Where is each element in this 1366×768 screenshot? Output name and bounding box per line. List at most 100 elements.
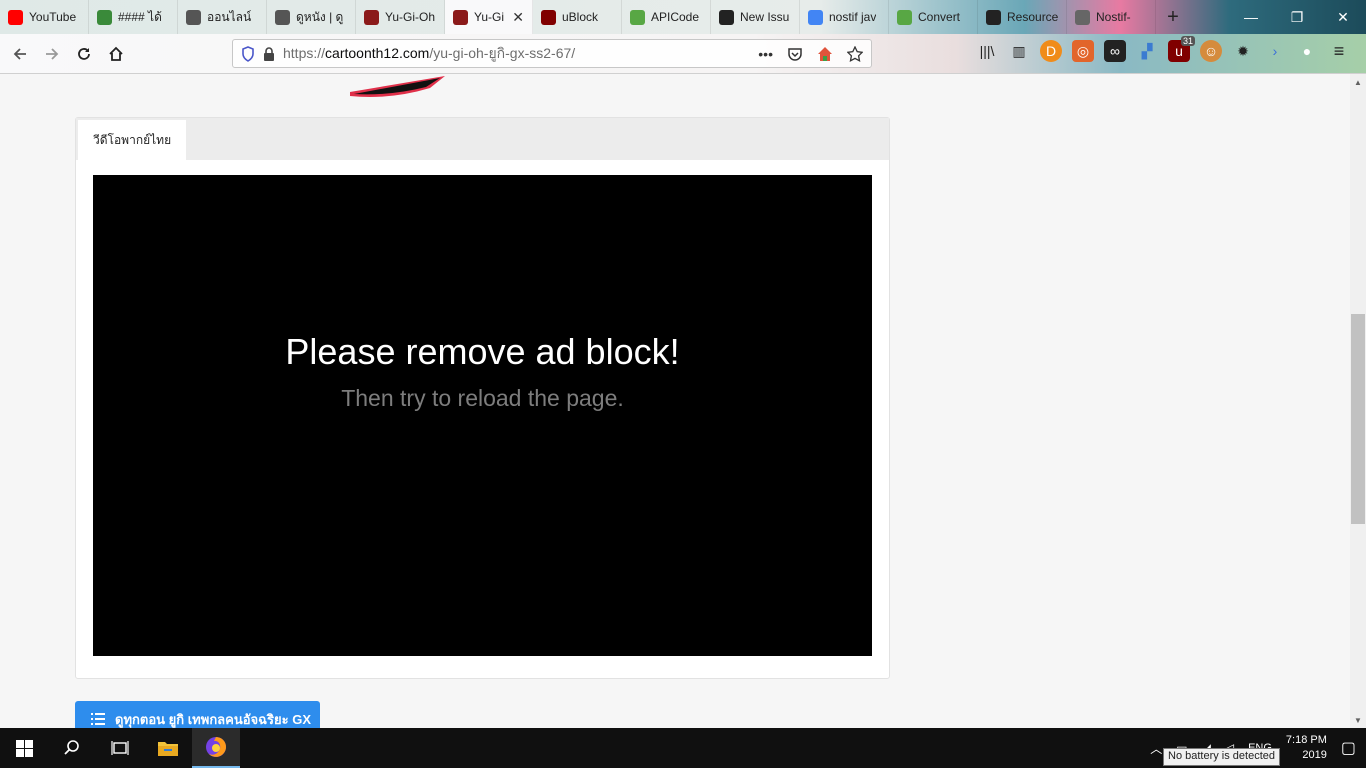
- window-controls: — ❐ ✕: [1228, 0, 1366, 34]
- lock-icon: [264, 46, 274, 61]
- address-bar[interactable]: https://cartoonth12.com/yu-gi-oh-ยูกิ-gx…: [232, 39, 872, 68]
- google-icon: [808, 9, 823, 25]
- ublock-icon: [541, 9, 556, 25]
- browser-tab-label: nostif jav: [829, 10, 877, 24]
- browser-tab-label: Resource: [1007, 10, 1058, 24]
- settings-gear-icon[interactable]: ✹: [1232, 40, 1254, 62]
- url-prefix: https://: [283, 44, 326, 61]
- youtube-icon: [8, 9, 23, 25]
- notifications-icon[interactable]: ▢: [1341, 738, 1356, 758]
- reload-icon: [78, 47, 90, 60]
- browser-tab[interactable]: uBlock: [533, 0, 622, 34]
- menu-hamburger-icon[interactable]: ≡: [1328, 40, 1350, 62]
- extension-glasses-icon[interactable]: ∞: [1104, 40, 1126, 62]
- list-icon: [91, 713, 105, 725]
- windows-taskbar: ︿ ▭ ◢ ◁ ENG 7:18 PM 2019 ▢: [0, 728, 1366, 768]
- browser-tab-label: YouTube: [29, 10, 77, 24]
- scroll-up-icon[interactable]: ▲: [1350, 74, 1366, 90]
- web-page: วีดีโอพากย์ไทย Please remove ad block! T…: [0, 74, 1350, 728]
- github-icon: [719, 9, 734, 25]
- back-button[interactable]: [4, 38, 36, 70]
- extension-arrow-icon[interactable]: ›: [1264, 40, 1286, 62]
- browser-tab[interactable]: Convert: [889, 0, 978, 34]
- extension-orange-icon[interactable]: ◎: [1072, 40, 1094, 62]
- minimize-button[interactable]: —: [1228, 0, 1274, 34]
- arrow-left-icon: [13, 47, 26, 60]
- search-button[interactable]: [48, 728, 96, 768]
- task-view-icon: [111, 741, 129, 755]
- ublock-icon[interactable]: u 31: [1168, 36, 1195, 62]
- new-tab-button[interactable]: +: [1156, 0, 1190, 34]
- browser-tab-label: ดูหนัง | ดู: [296, 9, 344, 24]
- browser-tab[interactable]: New Issu: [711, 0, 800, 34]
- video-player[interactable]: Please remove ad block! Then try to relo…: [93, 175, 872, 656]
- adblock-warning-subtitle: Then try to reload the page.: [341, 385, 624, 411]
- browser-tab[interactable]: Resource: [978, 0, 1067, 34]
- adblock-warning-title: Please remove ad block!: [285, 331, 680, 372]
- code-icon: [630, 9, 645, 25]
- owl-icon: [275, 9, 290, 25]
- close-window-button[interactable]: ✕: [1320, 0, 1366, 34]
- close-tab-icon[interactable]: ✕: [512, 9, 524, 26]
- library-icon[interactable]: |||\: [976, 40, 998, 62]
- browser-tab[interactable]: APICode: [622, 0, 711, 34]
- all-episodes-label: ดูทุกตอน ยูกิ เทพกลคนอัจฉริยะ GX: [115, 711, 311, 727]
- home-button[interactable]: [100, 38, 132, 70]
- navigation-bar: https://cartoonth12.com/yu-gi-oh-ยูกิ-gx…: [0, 34, 1366, 74]
- page-scrollbar[interactable]: ▲ ▼: [1350, 74, 1366, 728]
- extension-house-icon[interactable]: [817, 46, 833, 62]
- browser-tab[interactable]: Yu-Gi-Oh: [356, 0, 445, 34]
- search-icon: [64, 740, 79, 755]
- browser-tab-label: uBlock: [562, 10, 599, 24]
- all-episodes-button[interactable]: ดูทุกตอน ยูกิ เทพกลคนอัจฉริยะ GX: [75, 701, 320, 728]
- site-logo-fragment: [350, 76, 445, 97]
- video-player-panel: วีดีโอพากย์ไทย Please remove ad block! T…: [75, 117, 890, 679]
- file-explorer-button[interactable]: [144, 728, 192, 768]
- browser-tab[interactable]: Yu-Gi ✕: [445, 0, 533, 34]
- firefox-taskbar-button[interactable]: [192, 728, 240, 768]
- browser-tab[interactable]: YouTube: [0, 0, 89, 34]
- show-hidden-icons-chevron-icon[interactable]: ︿: [1150, 740, 1162, 757]
- browser-tab-label: New Issu: [740, 10, 790, 24]
- bookmark-star-icon[interactable]: [847, 45, 863, 62]
- browser-tab[interactable]: Nostif-: [1067, 0, 1156, 34]
- pocket-icon[interactable]: [787, 46, 803, 62]
- url-path: /yu-gi-oh-ยูกิ-gx-ss2-67/: [429, 44, 576, 61]
- page-actions-icon[interactable]: •••: [758, 46, 773, 62]
- tab-thai-dub[interactable]: วีดีโอพากย์ไทย: [78, 120, 187, 160]
- url-text[interactable]: https://cartoonth12.com/yu-gi-oh-ยูกิ-gx…: [283, 43, 575, 65]
- page-icon: [1075, 9, 1090, 25]
- page-icon: [97, 9, 112, 25]
- start-button[interactable]: [0, 728, 48, 768]
- task-view-button[interactable]: [96, 728, 144, 768]
- extension-monkey-icon[interactable]: ☺: [1200, 40, 1222, 62]
- sidebar-icon[interactable]: ▥: [1008, 40, 1030, 62]
- browser-tab-bar: YouTube #### ได้ ออนไลน์ ดูหนัง | ดู Yu-Gi-O…: [0, 0, 1366, 34]
- tab-strip: YouTube #### ได้ ออนไลน์ ดูหนัง | ดู Yu-Gi-O…: [0, 0, 1156, 34]
- folder-icon: [158, 742, 178, 756]
- ublock-badge: 31: [1180, 36, 1195, 46]
- browser-tab[interactable]: ออนไลน์: [178, 0, 267, 34]
- home-icon: [109, 46, 123, 61]
- browser-tab[interactable]: ดูหนัง | ดู: [267, 0, 356, 34]
- yugioh-icon: [453, 9, 468, 25]
- account-icon[interactable]: ●: [1296, 40, 1318, 62]
- yugioh-icon: [364, 9, 379, 25]
- url-host: cartoonth12.com: [325, 44, 430, 61]
- reload-button[interactable]: [68, 38, 100, 70]
- clock-time: 7:18 PM: [1285, 734, 1327, 746]
- clock[interactable]: 7:18 PM 2019: [1286, 733, 1327, 763]
- windows-logo-icon: [15, 739, 33, 757]
- scroll-thumb[interactable]: [1351, 314, 1365, 524]
- browser-tab[interactable]: nostif jav: [800, 0, 889, 34]
- extension-d-icon[interactable]: D: [1040, 40, 1062, 62]
- code-icon: [897, 9, 912, 25]
- forward-button[interactable]: [36, 38, 68, 70]
- extension-blocks-icon[interactable]: ▞: [1136, 40, 1158, 62]
- clock-date: 2019: [1302, 749, 1327, 761]
- restore-button[interactable]: ❐: [1274, 0, 1320, 34]
- browser-tab[interactable]: #### ได้: [89, 0, 178, 34]
- player-tab-bar: วีดีโอพากย์ไทย: [76, 118, 889, 160]
- scroll-down-icon[interactable]: ▼: [1350, 712, 1366, 728]
- browser-tab-label: #### ได้: [118, 9, 162, 24]
